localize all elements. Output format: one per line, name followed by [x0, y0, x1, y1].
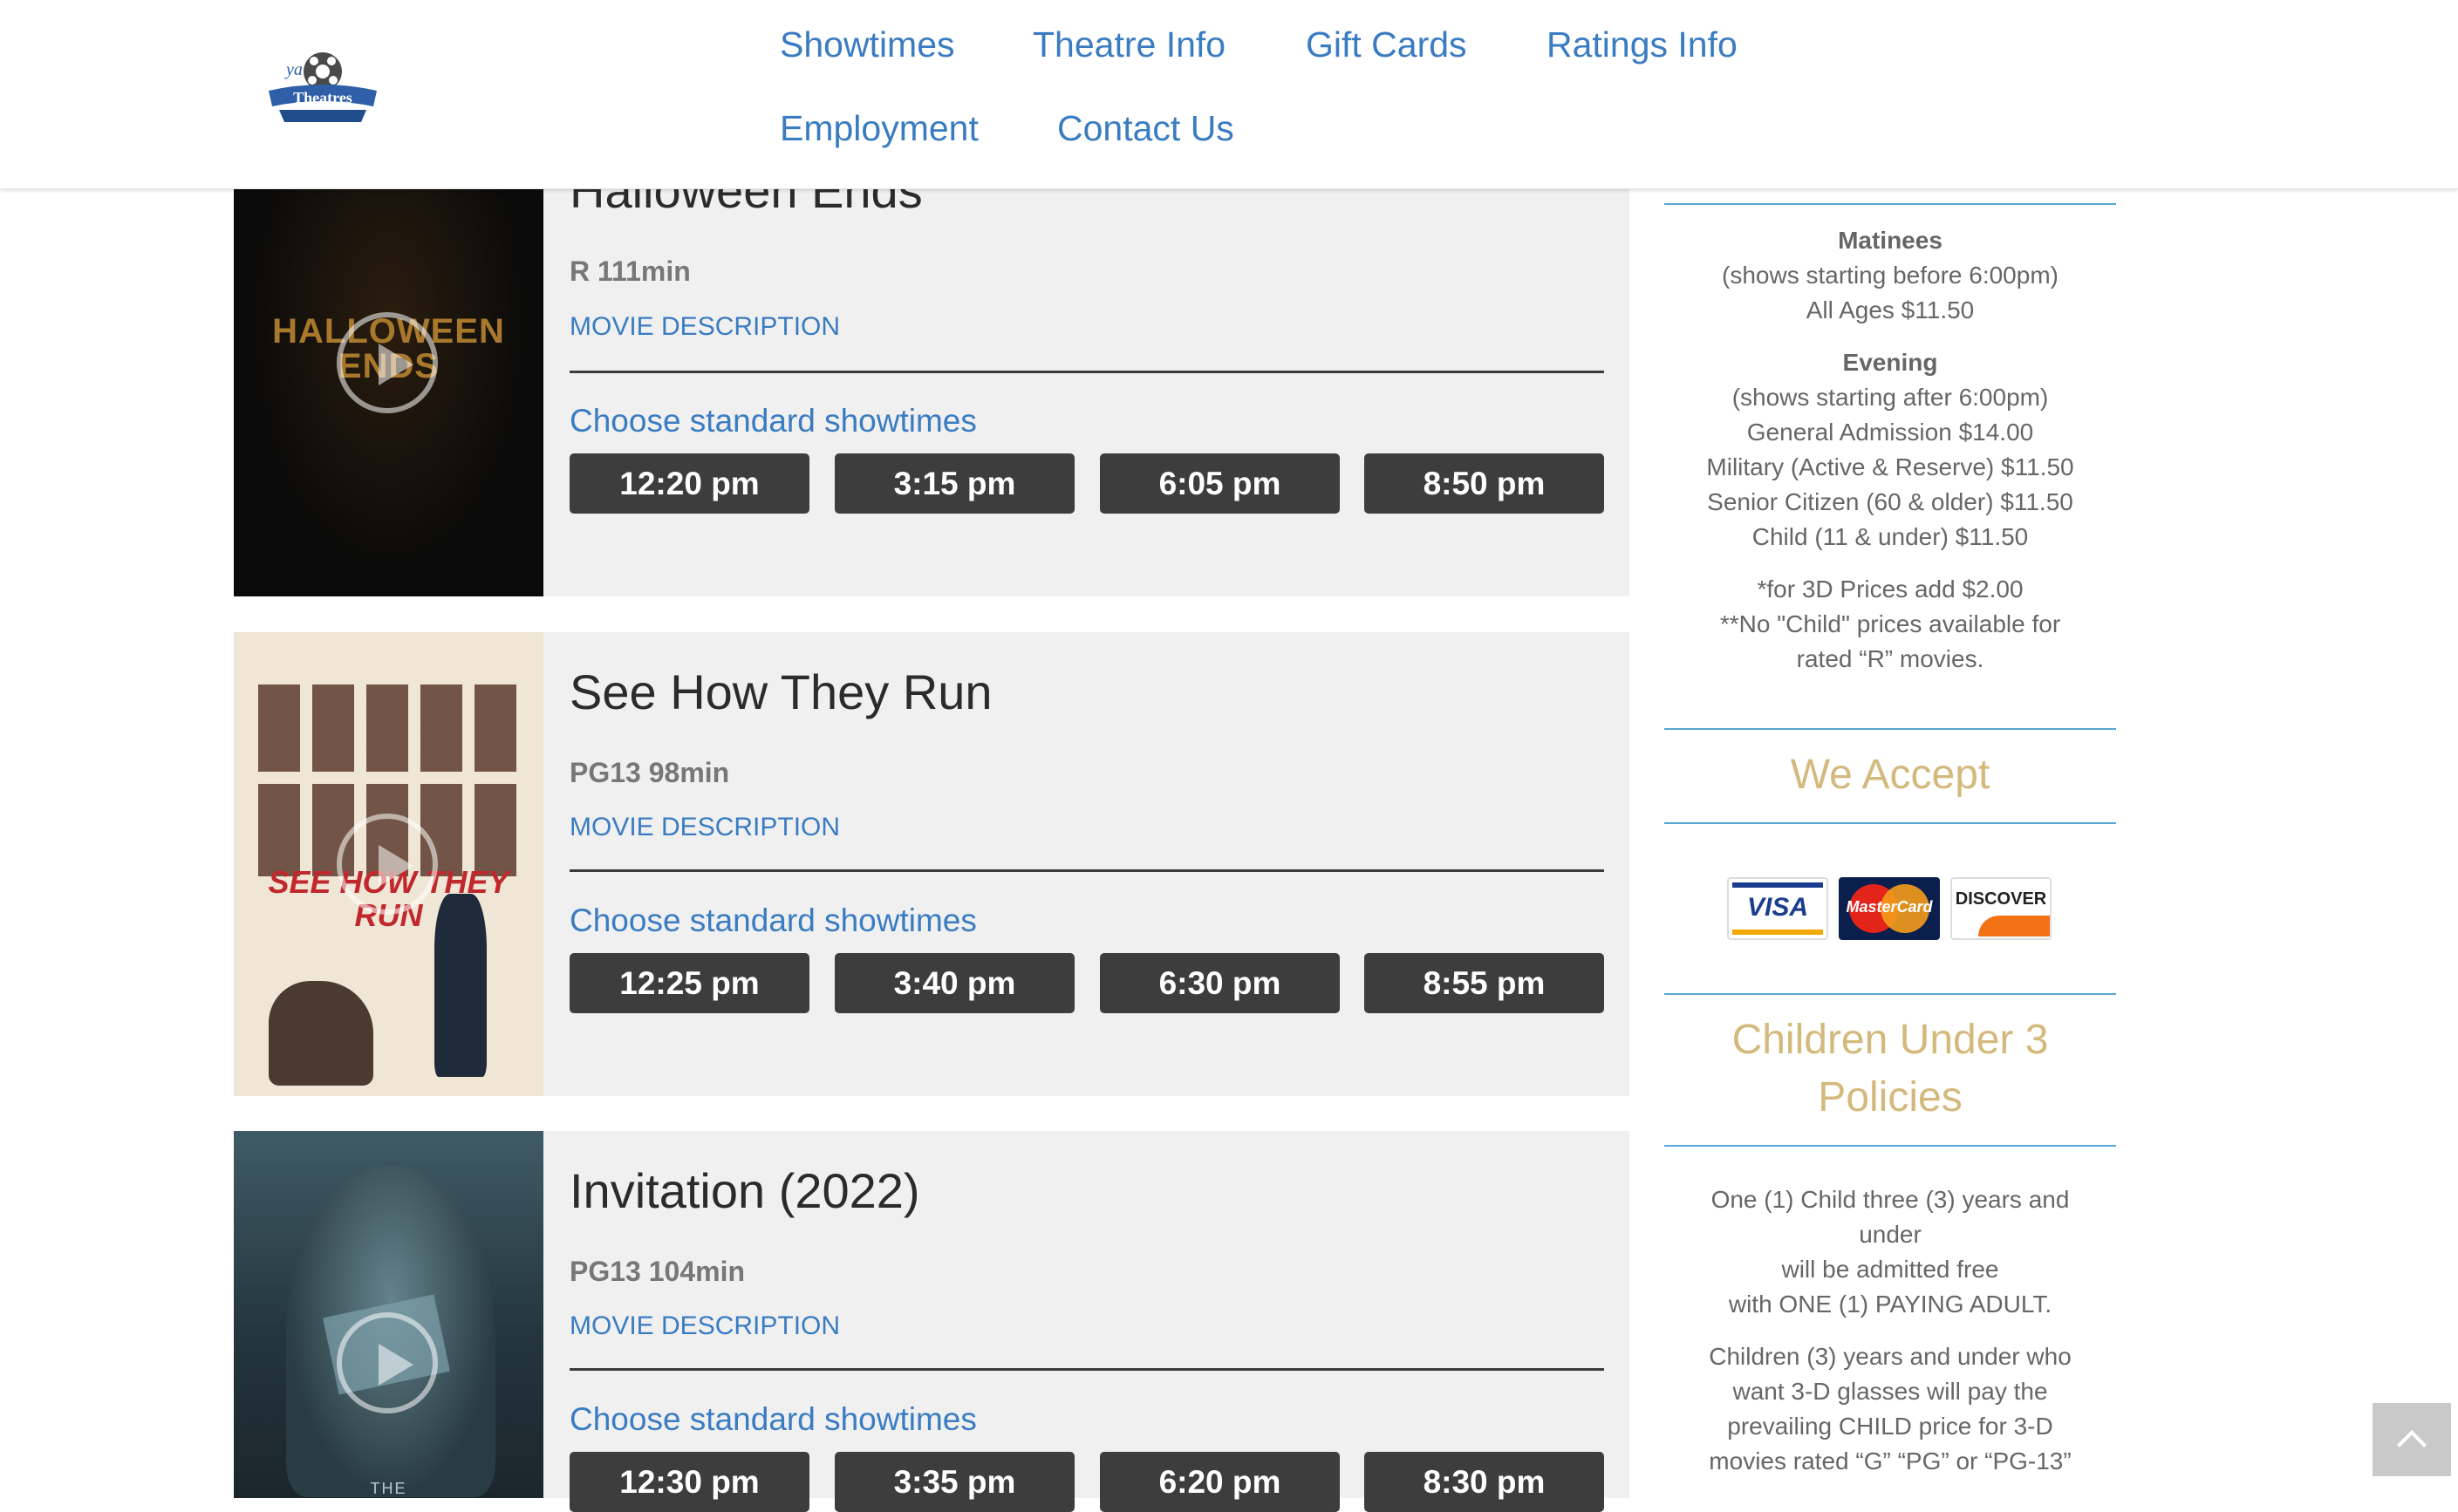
movie-description-link[interactable]: MOVIE DESCRIPTION	[570, 813, 840, 842]
pricing-note: rated “R” movies.	[1796, 645, 1984, 672]
choose-showtimes-link[interactable]: Choose standard showtimes	[570, 1401, 977, 1438]
showtime-button[interactable]: 6:05 pm	[1100, 453, 1340, 514]
children-policy-heading: Policies	[1818, 1074, 1963, 1120]
matinees-line: All Ages $11.50	[1806, 296, 1975, 324]
divider	[570, 1368, 1604, 1371]
play-icon[interactable]	[337, 1312, 438, 1413]
sidebar-divider	[1664, 203, 2116, 205]
discover-card-icon: DISCOVER	[1950, 877, 2052, 940]
policy-line: want 3-D glasses will pay the	[1732, 1378, 2048, 1405]
chevron-up-icon	[2397, 1430, 2427, 1460]
nav-ratings-info[interactable]: Ratings Info	[1546, 24, 1738, 65]
sidebar: Matinees (shows starting before 6:00pm) …	[1664, 0, 2118, 1498]
policy-line: One (1) Child three (3) years and	[1710, 1186, 2070, 1213]
evening-line: General Admission $14.00	[1746, 419, 2034, 446]
logo-text: Theatres	[293, 89, 352, 106]
showtime-button[interactable]: 3:40 pm	[835, 953, 1075, 1013]
movie-card: SEE HOW THEY RUN See How They Run PG13 9…	[234, 632, 1629, 1096]
movie-poster[interactable]: SEE HOW THEY RUN	[234, 632, 543, 1096]
divider	[570, 869, 1604, 872]
poster-title-text: THE	[370, 1480, 407, 1497]
nav-showtimes[interactable]: Showtimes	[780, 24, 955, 65]
mastercard-icon: MasterCard	[1839, 877, 1940, 940]
evening-line: Military (Active & Reserve) $11.50	[1706, 453, 2074, 480]
showtime-button[interactable]: 12:20 pm	[570, 453, 809, 514]
movie-description-link[interactable]: MOVIE DESCRIPTION	[570, 1311, 840, 1341]
svg-text:ya: ya	[284, 60, 303, 79]
play-icon[interactable]	[337, 814, 438, 915]
policy-line: prevailing CHILD price for 3-D	[1727, 1413, 2053, 1440]
pricing-note: **No "Child" prices available for	[1719, 610, 2061, 637]
movie-title: Invitation (2022)	[570, 1163, 920, 1218]
theatres-logo[interactable]: Theatres ya	[262, 49, 384, 133]
policy-line: under	[1859, 1221, 1922, 1248]
we-accept-heading: We Accept	[1790, 752, 1990, 798]
showtime-button[interactable]: 3:35 pm	[835, 1452, 1075, 1512]
play-icon[interactable]	[337, 312, 438, 413]
matinees-line: (shows starting before 6:00pm)	[1722, 262, 2059, 289]
sidebar-divider	[1664, 728, 2116, 730]
choose-showtimes-link[interactable]: Choose standard showtimes	[570, 902, 977, 939]
nav-employment[interactable]: Employment	[780, 108, 979, 149]
children-policy-heading: Children Under 3	[1731, 1017, 2049, 1063]
nav-contact-us[interactable]: Contact Us	[1057, 108, 1234, 149]
choose-showtimes-link[interactable]: Choose standard showtimes	[570, 403, 977, 439]
sidebar-divider	[1664, 822, 2116, 824]
policy-line: Children (3) years and under who	[1709, 1343, 2072, 1370]
sidebar-divider	[1664, 1145, 2116, 1147]
showtime-button[interactable]: 8:50 pm	[1364, 453, 1604, 514]
scroll-to-top-button[interactable]	[2373, 1403, 2451, 1476]
movie-card: THE Invitation (2022) PG13 104min MOVIE …	[234, 1131, 1629, 1512]
policy-line: movies rated “G” “PG” or “PG-13”	[1709, 1447, 2072, 1475]
movie-rating: PG13 98min	[570, 757, 730, 788]
movie-rating: R 111min	[570, 255, 691, 287]
movie-rating: PG13 104min	[570, 1256, 745, 1287]
divider	[570, 371, 1604, 373]
movie-card: HALLOWEEN ENDS Halloween Ends R 111min M…	[234, 140, 1629, 596]
site-header: Theatres ya Showtimes Theatre Info Gift …	[0, 0, 2458, 189]
showtime-button[interactable]: 3:15 pm	[835, 453, 1075, 514]
visa-card-icon: VISA	[1727, 877, 1828, 940]
showtime-button[interactable]: 8:55 pm	[1364, 953, 1604, 1013]
evening-line: Child (11 & under) $11.50	[1751, 523, 2029, 550]
pricing-note: *for 3D Prices add $2.00	[1757, 576, 2024, 603]
showtime-button[interactable]: 8:30 pm	[1364, 1452, 1604, 1512]
evening-title: Evening	[1842, 349, 1938, 376]
movie-poster[interactable]: THE	[234, 1131, 543, 1498]
evening-line: Senior Citizen (60 & older) $11.50	[1707, 488, 2073, 515]
movie-title: See How They Run	[570, 664, 993, 719]
sidebar-divider	[1664, 993, 2116, 995]
nav-gift-cards[interactable]: Gift Cards	[1306, 24, 1467, 65]
movie-description-link[interactable]: MOVIE DESCRIPTION	[570, 312, 840, 342]
evening-line: (shows starting after 6:00pm)	[1731, 384, 2049, 411]
showtime-button[interactable]: 6:20 pm	[1100, 1452, 1340, 1512]
showtime-button[interactable]: 6:30 pm	[1100, 953, 1340, 1013]
matinees-title: Matinees	[1838, 227, 1943, 254]
showtime-button[interactable]: 12:25 pm	[570, 953, 809, 1013]
showtime-button[interactable]: 12:30 pm	[570, 1452, 809, 1512]
movie-poster[interactable]: HALLOWEEN ENDS	[234, 140, 543, 596]
policy-line: with ONE (1) PAYING ADULT.	[1728, 1291, 2052, 1318]
policy-line: will be admitted free	[1781, 1256, 1999, 1283]
nav-theatre-info[interactable]: Theatre Info	[1033, 24, 1226, 65]
